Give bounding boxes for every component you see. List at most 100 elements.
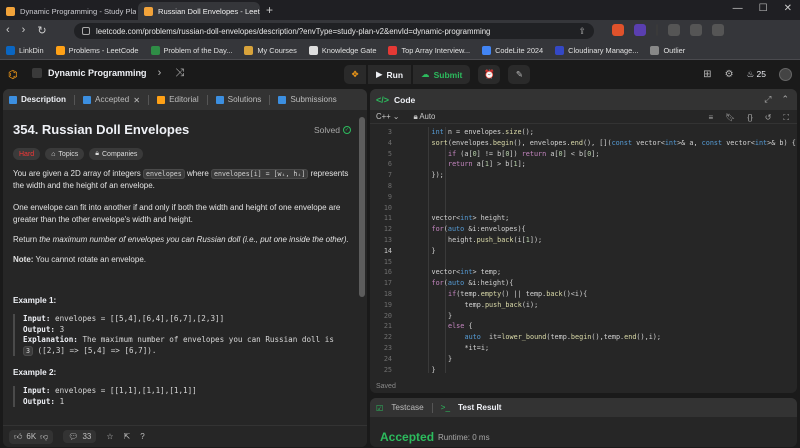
tab-test-result[interactable]: Test Result	[458, 403, 502, 412]
bookmark-problem-of-day[interactable]: Problem of the Day...	[150, 46, 232, 55]
minimize-icon[interactable]: —	[733, 3, 743, 14]
help-icon[interactable]: ?	[140, 432, 144, 441]
code-line[interactable]: 14}	[370, 246, 762, 257]
extension-icon[interactable]	[634, 24, 646, 36]
code-line[interactable]: 21 else {	[370, 321, 762, 332]
new-tab-button[interactable]: +	[266, 3, 273, 17]
description-scrollbar[interactable]	[359, 117, 365, 297]
close-window-icon[interactable]: ✕	[784, 3, 792, 14]
autocomplete-mode[interactable]: 🔒︎ Auto	[413, 112, 435, 122]
profile-icon[interactable]	[690, 24, 702, 36]
tab-divider	[74, 94, 76, 105]
tab-description[interactable]: Description	[9, 95, 66, 104]
shuffle-icon[interactable]: ⤨	[175, 67, 184, 80]
reload-icon[interactable]: ↻	[37, 24, 46, 37]
site-info-icon[interactable]	[82, 27, 90, 35]
code-line[interactable]: 23 *it=i;	[370, 343, 762, 354]
share-icon[interactable]: ⇱	[124, 432, 131, 441]
browser-tab-study-plan[interactable]: Dynamic Programming - Study Plan ✕	[0, 2, 136, 20]
code-line[interactable]: 10	[370, 203, 762, 214]
code-line[interactable]: 18 if(temp.empty() || temp.back()<i){	[370, 289, 762, 300]
code-line[interactable]: 11 vector<int> height;	[370, 213, 762, 224]
description-footer: 👍︎ 6K 👎︎ 💬︎ 33 ☆ ⇱ ?	[3, 425, 367, 447]
run-button[interactable]: ▶ Run	[368, 65, 412, 84]
bookmark-cloudinary[interactable]: Cloudinary Manage...	[555, 46, 638, 55]
code-line[interactable]: 16 vector<int> temp;	[370, 267, 762, 278]
leetcode-logo-icon[interactable]: ⌬	[8, 68, 20, 81]
tab-submissions[interactable]: Submissions	[278, 95, 337, 104]
cloudinary-icon	[555, 46, 565, 55]
code-line[interactable]: 12 for(auto &i:envelopes){	[370, 224, 762, 235]
format-icon[interactable]: ≡	[709, 113, 714, 123]
debug-button[interactable]: ✥	[344, 65, 366, 84]
settings-gear-icon[interactable]: ⚙	[725, 69, 734, 80]
code-line[interactable]: 8	[370, 181, 762, 192]
code-line[interactable]: 9	[370, 192, 762, 203]
code-line[interactable]: 24}	[370, 354, 762, 365]
tab-editorial[interactable]: Editorial	[157, 95, 199, 104]
code-line[interactable]: 4 sort(envelopes.begin(), envelopes.end()…	[370, 138, 796, 149]
topics-chip[interactable]: ⌂ Topics	[45, 148, 85, 160]
code-line[interactable]: 17 for(auto &i:height){	[370, 278, 762, 289]
bookmark-knowledge-gate[interactable]: Knowledge Gate	[308, 46, 376, 55]
streak-counter[interactable]: ♨ 25	[747, 69, 766, 80]
share-icon[interactable]: ⇪	[578, 26, 586, 37]
thumbs-down-icon[interactable]: 👎︎	[40, 432, 48, 442]
line-number: 24	[383, 354, 392, 363]
submit-button[interactable]: ☁ Submit	[413, 65, 471, 84]
prev-problem-icon[interactable]: ‹	[140, 67, 144, 80]
like-button[interactable]: 👍︎ 6K 👎︎	[9, 429, 54, 444]
browser-tab-russian-doll[interactable]: Russian Doll Envelopes - LeetC ✕	[138, 2, 260, 20]
gfg-icon	[150, 46, 160, 55]
back-icon[interactable]: ‹	[6, 24, 10, 37]
brave-shield-icon[interactable]	[612, 24, 624, 36]
url-field[interactable]: leetcode.com/problems/russian-doll-envel…	[74, 23, 594, 39]
fullscreen-icon[interactable]: ⛶	[783, 113, 789, 123]
tab-testcase[interactable]: Testcase	[391, 403, 423, 412]
timer-button[interactable]: ⏰	[478, 65, 501, 84]
problem-title[interactable]: 354. Russian Doll Envelopes	[13, 122, 189, 137]
maximize-icon[interactable]: ☐	[759, 3, 768, 14]
study-plan-link[interactable]: Dynamic Programming	[32, 68, 147, 78]
bookmark-outlier[interactable]: Outlier	[650, 46, 685, 55]
code-editor[interactable]: 3 int n = envelopes.size(); 4 sort(envelope…	[370, 125, 797, 373]
companies-chip[interactable]: 🔒︎ Companies	[89, 148, 144, 160]
forward-icon[interactable]: ›	[22, 24, 26, 37]
reset-code-icon[interactable]: ↺	[765, 113, 772, 123]
tag-icon: ⌂	[51, 150, 56, 158]
bookmark-top-array[interactable]: Top Array Interview...	[388, 46, 470, 55]
code-line[interactable]: 15	[370, 257, 762, 268]
language-select[interactable]: C++ ⌄	[376, 112, 399, 121]
collapse-panel-icon[interactable]: ⌃	[781, 94, 789, 105]
code-line[interactable]: 22 auto it=lower_bound(temp.begin(),temp.…	[370, 332, 762, 343]
line-number: 15	[383, 257, 392, 266]
tab-solutions[interactable]: Solutions	[215, 95, 261, 104]
code-line[interactable]: 6 return a[1] > b[1];	[370, 159, 762, 170]
code-line[interactable]: 7});	[370, 170, 762, 181]
favorite-star-icon[interactable]: ☆	[106, 432, 113, 441]
tab-accepted[interactable]: Accepted ✕	[83, 95, 140, 105]
code-line[interactable]: 3 int n = envelopes.size();	[370, 127, 762, 138]
code-line[interactable]: 13 height.push_back(i[1]);	[370, 235, 762, 246]
close-tab-icon[interactable]: ✕	[133, 95, 140, 105]
sidebar-toggle-icon[interactable]	[668, 24, 680, 36]
next-problem-icon[interactable]: ›	[158, 67, 162, 80]
code-line[interactable]: 20}	[370, 311, 762, 322]
avatar[interactable]	[779, 68, 792, 81]
code-line[interactable]: 19 temp.push_back(i);	[370, 300, 762, 311]
menu-icon[interactable]	[712, 24, 724, 36]
editorial-icon	[157, 95, 166, 104]
bookmark-linkedin[interactable]: LinkDin	[6, 46, 44, 55]
bookmark-my-courses[interactable]: My Courses	[244, 46, 297, 55]
braces-icon[interactable]: {}	[747, 113, 752, 123]
bookmark-codelite[interactable]: CodeLite 2024	[482, 46, 543, 55]
layout-icon[interactable]: ⊞	[703, 69, 711, 80]
notes-button[interactable]: ✎	[508, 65, 531, 84]
bookmark-icon[interactable]: 🔖︎	[725, 113, 735, 123]
line-number: 4	[387, 138, 392, 147]
code-line[interactable]: 25}	[370, 365, 762, 373]
comments-button[interactable]: 💬︎ 33	[63, 430, 97, 443]
code-line[interactable]: 5 if (a[0] != b[0]) return a[0] < b[0];	[370, 149, 762, 160]
bookmark-leetcode-problems[interactable]: Problems - LeetCode	[55, 46, 139, 55]
maximize-panel-icon[interactable]: ⤢	[764, 94, 771, 105]
